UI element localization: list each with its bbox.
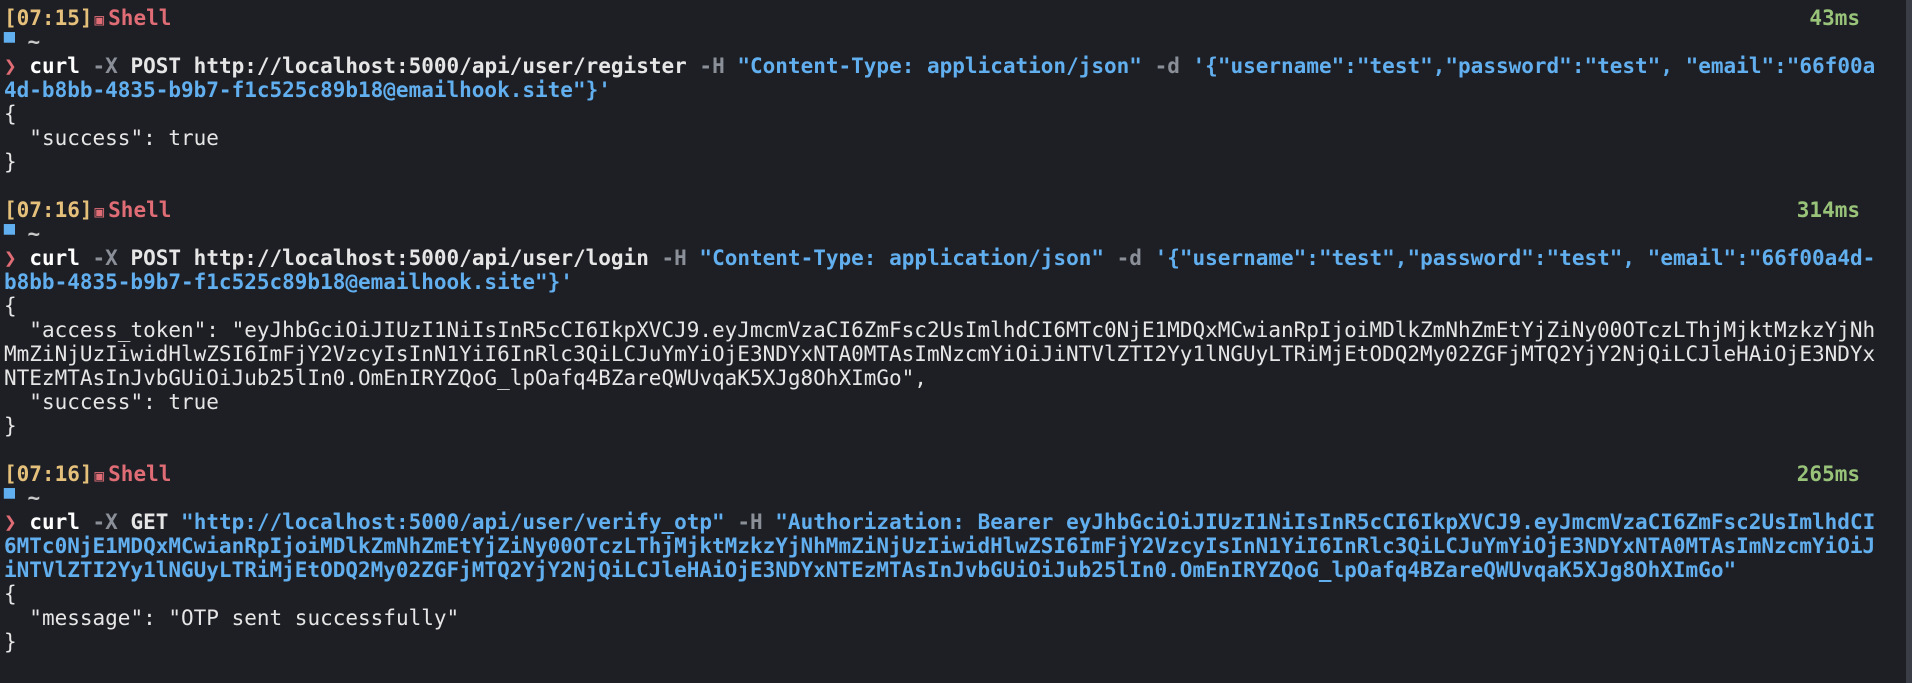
command-block: [07:15] ▣ Shell 43ms ▀ ~ ❯ curl -X POST http:…	[4, 6, 1884, 174]
command-arg: POST http://localhost:5000/api/user/logi…	[130, 246, 662, 270]
command-flag: -X	[79, 54, 131, 78]
command-flag: -X	[79, 246, 131, 270]
output-line: "success": true	[4, 390, 219, 414]
command-output: { "message": "OTP sent successfully"}	[4, 582, 1884, 654]
command-arg: POST http://localhost:5000/api/user/regi…	[130, 54, 700, 78]
prompt-symbol: ❯	[4, 54, 17, 78]
output-line: "message": "OTP sent successfully"	[4, 606, 460, 630]
command-flag: -H	[699, 54, 738, 78]
command-flag: -H	[661, 246, 700, 270]
cwd-line: ▀ ~	[4, 30, 1884, 54]
prompt-header-left: [07:16] ▣ Shell	[4, 462, 171, 486]
command-arg: GET	[130, 510, 182, 534]
cwd: ~	[27, 30, 41, 54]
shell-icon: ▣	[94, 202, 105, 221]
command-line[interactable]: ❯ curl -X GET "http://localhost:5000/api…	[4, 510, 1884, 582]
command-block: [07:16] ▣ Shell 314ms ▀ ~ ❯ curl -X POST http…	[4, 198, 1884, 438]
shell-label: Shell	[108, 198, 172, 222]
duration: 43ms	[1809, 6, 1860, 30]
command-line[interactable]: ❯ curl -X POST http://localhost:5000/api…	[4, 54, 1884, 102]
prompt-header: [07:16] ▣ Shell 265ms	[4, 462, 1884, 486]
shell-icon: ▣	[94, 466, 105, 485]
prompt-header: [07:16] ▣ Shell 314ms	[4, 198, 1884, 222]
shell-label: Shell	[108, 462, 172, 486]
command-flag: -d	[1154, 54, 1193, 78]
output-line: "access_token": "eyJhbGciOiJIUzI1NiIsInR…	[4, 318, 1876, 390]
command-line[interactable]: ❯ curl -X POST http://localhost:5000/api…	[4, 246, 1884, 294]
cwd: ~	[27, 222, 41, 246]
command-output: { "access_token": "eyJhbGciOiJIUzI1NiIsI…	[4, 294, 1884, 438]
cwd-line: ▀ ~	[4, 222, 1884, 246]
command-flag: -X	[79, 510, 131, 534]
command-output: { "success": true}	[4, 102, 1884, 174]
prompt-header-left: [07:16] ▣ Shell	[4, 198, 171, 222]
timestamp: [07:16]	[4, 198, 93, 222]
folder-icon: ▀	[4, 489, 15, 510]
shell-icon: ▣	[94, 10, 105, 29]
folder-icon: ▀	[4, 33, 15, 54]
output-line: {	[4, 102, 17, 126]
duration: 314ms	[1796, 198, 1860, 222]
command-block: [07:16] ▣ Shell 265ms ▀ ~ ❯ curl -X GET "http…	[4, 462, 1884, 654]
scrollbar-thumb[interactable]	[1906, 0, 1912, 683]
command-name: curl	[29, 54, 80, 78]
timestamp: [07:15]	[4, 6, 93, 30]
output-line: }	[4, 150, 17, 174]
duration: 265ms	[1796, 462, 1860, 486]
timestamp: [07:16]	[4, 462, 93, 486]
command-str: "http://localhost:5000/api/user/verify_o…	[181, 510, 738, 534]
command-flag: -H	[737, 510, 776, 534]
folder-icon: ▀	[4, 225, 15, 246]
prompt-symbol: ❯	[4, 246, 17, 270]
prompt-symbol: ❯	[4, 510, 17, 534]
terminal-output[interactable]: [07:15] ▣ Shell 43ms ▀ ~ ❯ curl -X POST http:…	[4, 6, 1884, 678]
prompt-header-left: [07:15] ▣ Shell	[4, 6, 171, 30]
command-name: curl	[29, 246, 80, 270]
output-line: "success": true	[4, 126, 219, 150]
output-line: }	[4, 414, 17, 438]
command-str: "Content-Type: application/json"	[699, 246, 1117, 270]
output-line: {	[4, 294, 17, 318]
output-line: }	[4, 630, 17, 654]
command-flag: -d	[1116, 246, 1155, 270]
output-line: {	[4, 582, 17, 606]
shell-label: Shell	[108, 6, 172, 30]
command-name: curl	[29, 510, 80, 534]
cwd: ~	[27, 486, 41, 510]
cwd-line: ▀ ~	[4, 486, 1884, 510]
scrollbar-track[interactable]	[1906, 0, 1912, 683]
command-str: "Content-Type: application/json"	[737, 54, 1155, 78]
prompt-header: [07:15] ▣ Shell 43ms	[4, 6, 1884, 30]
